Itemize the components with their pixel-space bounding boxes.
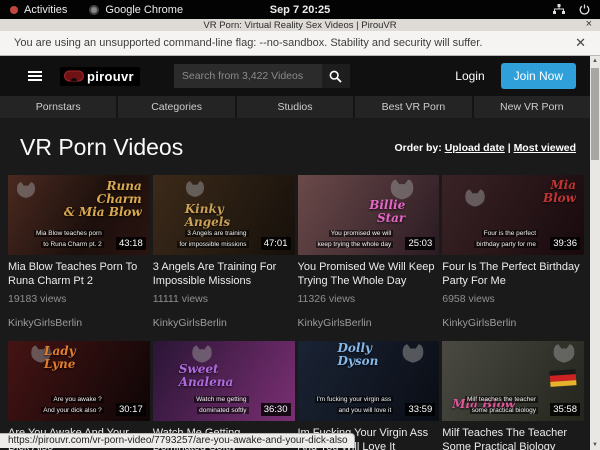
nav-item-categories[interactable]: Categories: [118, 96, 234, 118]
video-thumbnail[interactable]: Billie Star You promised we willkeep try…: [298, 175, 440, 255]
video-title[interactable]: Mia Blow Teaches Porn To Runa Charm Pt 2: [8, 261, 150, 288]
duration-badge: 47:01: [261, 237, 291, 250]
video-card[interactable]: Kinky Angels 3 Angels are trainingfor im…: [153, 175, 295, 329]
power-icon[interactable]: [579, 4, 590, 15]
video-grid: Runa Charm & Mia Blow Mia Blow teaches p…: [0, 175, 590, 450]
page-scrollbar[interactable]: ▲ ▼: [590, 56, 600, 450]
duration-badge: 36:30: [261, 403, 291, 416]
view-count: 19183 views: [8, 293, 150, 305]
sandbox-warning-bar: You are using an unsupported command-lin…: [0, 31, 600, 56]
app-name: Google Chrome: [105, 4, 183, 16]
order-upload-date-link[interactable]: Upload date: [445, 142, 505, 154]
studio-link[interactable]: KinkyGirlsBerlin: [442, 317, 584, 329]
hamburger-menu-icon[interactable]: [28, 71, 42, 81]
thumbnail-performer-name: Mia Blow: [543, 179, 576, 205]
main-nav: Pornstars Categories Studios Best VR Por…: [0, 96, 590, 118]
video-title[interactable]: Milf Teaches The Teacher Some Practical …: [442, 427, 584, 450]
video-thumbnail[interactable]: Kinky Angels 3 Angels are trainingfor im…: [153, 175, 295, 255]
search-icon: [329, 70, 342, 83]
video-card[interactable]: Billie Star You promised we willkeep try…: [298, 175, 440, 329]
nav-item-pornstars[interactable]: Pornstars: [0, 96, 116, 118]
scrollbar-thumb[interactable]: [591, 68, 599, 160]
video-card[interactable]: Mia Blow Milf teaches the teachersome pr…: [442, 341, 584, 450]
login-link[interactable]: Login: [455, 69, 484, 83]
studio-cat-mask-icon: [183, 179, 207, 199]
studio-cat-mask-icon: [399, 342, 427, 365]
studio-cat-mask-icon: [550, 342, 578, 365]
thumbnail-performer-name: Sweet Analena: [179, 363, 234, 389]
view-count: 11326 views: [298, 293, 440, 305]
thumbnail-caption: Mia Blow teaches pornto Runa Charm pt. 2: [34, 229, 104, 250]
status-url-tooltip: https://pirouvr.com/vr-porn-video/779325…: [0, 433, 355, 448]
order-most-viewed-link[interactable]: Most viewed: [514, 142, 576, 154]
duration-badge: 33:59: [405, 403, 435, 416]
thumbnail-performer-name: Kinky Angels: [185, 203, 230, 229]
activities-button[interactable]: Activities: [10, 4, 67, 16]
thumbnail-performer-name: Dolly Dyson: [338, 342, 379, 368]
join-now-button[interactable]: Join Now: [501, 63, 576, 89]
video-thumbnail[interactable]: Dolly Dyson I'm fucking your virgin assa…: [298, 341, 440, 421]
warning-text: You are using an unsupported command-lin…: [14, 37, 482, 49]
thumbnail-caption: Watch me gettingdominated softly: [194, 395, 248, 416]
thumbnail-caption: Four is the perfectbirthday party for me: [474, 229, 538, 250]
thumbnail-caption: I'm fucking your virgin assand you will …: [315, 395, 394, 416]
germany-flag-icon: [549, 369, 576, 387]
chrome-icon: [89, 5, 99, 15]
thumbnail-performer-name: Runa Charm & Mia Blow: [64, 180, 142, 220]
scroll-down-icon[interactable]: ▼: [592, 440, 598, 450]
vr-goggles-icon: [64, 70, 84, 83]
video-title[interactable]: Four Is The Perfect Birthday Party For M…: [442, 261, 584, 288]
clock[interactable]: Sep 7 20:25: [270, 4, 331, 16]
tab-title[interactable]: VR Porn: Virtual Reality Sex Videos | Pi…: [203, 20, 396, 31]
activities-indicator-icon: [10, 6, 18, 14]
nav-item-studios[interactable]: Studios: [237, 96, 353, 118]
view-count: 6958 views: [442, 293, 584, 305]
video-card[interactable]: Mia Blow Four is the perfectbirthday par…: [442, 175, 584, 329]
app-menu-button[interactable]: Google Chrome: [89, 4, 183, 16]
studio-cat-mask-icon: [462, 187, 488, 209]
duration-badge: 25:03: [405, 237, 435, 250]
thumbnail-performer-name: Billie Star: [369, 199, 405, 225]
duration-badge: 39:36: [550, 237, 580, 250]
video-title[interactable]: 3 Angels Are Training For Impossible Mis…: [153, 261, 295, 288]
duration-badge: 43:18: [116, 237, 146, 250]
search-button[interactable]: [322, 64, 350, 88]
video-title[interactable]: You Promised We Will Keep Trying The Who…: [298, 261, 440, 288]
scroll-up-icon[interactable]: ▲: [592, 56, 598, 66]
site-header: pirouvr Login Join Now: [0, 56, 590, 96]
nav-item-best-vr-porn[interactable]: Best VR Porn: [355, 96, 471, 118]
order-by-label: Order by:: [395, 142, 442, 154]
duration-badge: 35:58: [550, 403, 580, 416]
thumbnail-caption: Are you awake ?And your dick also ?: [41, 395, 104, 416]
video-thumbnail[interactable]: Mia Blow Four is the perfectbirthday par…: [442, 175, 584, 255]
system-top-bar: Activities Google Chrome Sep 7 20:25: [0, 0, 600, 19]
tab-close-icon[interactable]: ×: [586, 18, 592, 30]
video-thumbnail[interactable]: Lady Lyne Are you awake ?And your dick a…: [8, 341, 150, 421]
site-logo[interactable]: pirouvr: [60, 67, 140, 86]
warning-close-icon[interactable]: ✕: [575, 35, 586, 51]
thumbnail-caption: Milf teaches the teachersome practical b…: [465, 395, 538, 416]
studio-cat-mask-icon: [14, 180, 38, 200]
logo-text: pirouvr: [87, 69, 134, 84]
network-icon[interactable]: [553, 4, 565, 15]
nav-item-new-vr-porn[interactable]: New VR Porn: [474, 96, 590, 118]
browser-viewport: ▲ ▼ pirouvr: [0, 56, 600, 450]
studio-link[interactable]: KinkyGirlsBerlin: [298, 317, 440, 329]
video-thumbnail[interactable]: Sweet Analena Watch me gettingdominated …: [153, 341, 295, 421]
thumbnail-caption: 3 Angels are trainingfor impossible miss…: [177, 229, 248, 250]
order-by: Order by: Upload date | Most viewed: [395, 142, 577, 154]
video-card[interactable]: Runa Charm & Mia Blow Mia Blow teaches p…: [8, 175, 150, 329]
video-thumbnail[interactable]: Runa Charm & Mia Blow Mia Blow teaches p…: [8, 175, 150, 255]
studio-link[interactable]: KinkyGirlsBerlin: [153, 317, 295, 329]
page-title: VR Porn Videos: [20, 134, 183, 161]
video-thumbnail[interactable]: Mia Blow Milf teaches the teachersome pr…: [442, 341, 584, 421]
browser-tab-bar: VR Porn: Virtual Reality Sex Videos | Pi…: [0, 19, 600, 31]
view-count: 11111 views: [153, 293, 295, 305]
search-input[interactable]: [174, 64, 322, 88]
studio-link[interactable]: KinkyGirlsBerlin: [8, 317, 150, 329]
duration-badge: 30:17: [116, 403, 146, 416]
thumbnail-caption: You promised we willkeep trying the whol…: [316, 229, 394, 250]
thumbnail-performer-name: Lady Lyne: [44, 345, 76, 371]
activities-label: Activities: [24, 4, 67, 16]
